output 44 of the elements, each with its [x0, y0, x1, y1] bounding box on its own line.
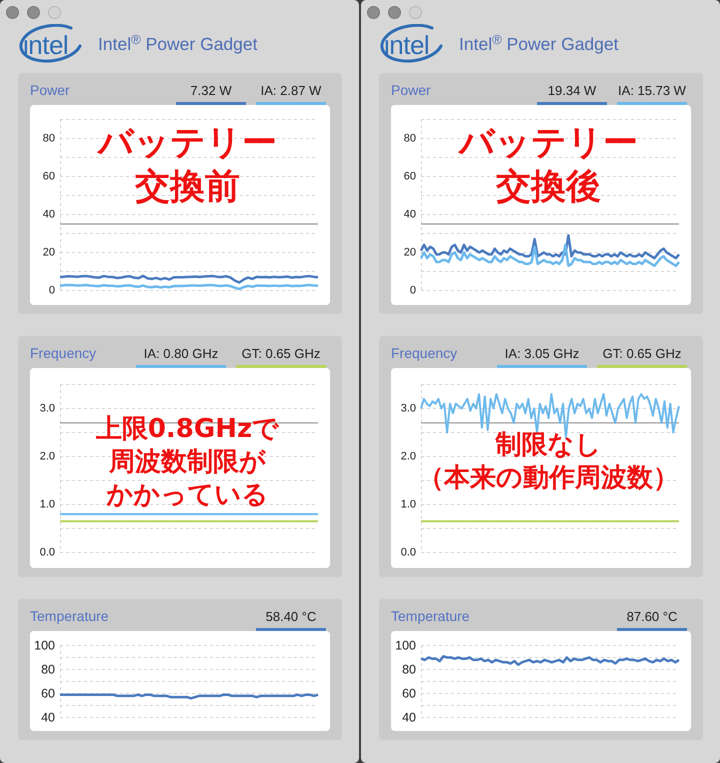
- axis-label: 60: [41, 686, 55, 700]
- overlay-caption: バッテリー 交換後: [459, 122, 638, 209]
- axis-label: 80: [404, 132, 416, 144]
- axis-label: 80: [41, 662, 55, 676]
- axis-label: 0.0: [400, 546, 416, 558]
- panel-title: Frequency: [391, 345, 458, 363]
- axis-label: 1.0: [40, 498, 55, 510]
- axis-label: 100: [34, 638, 55, 652]
- panel-title: Power: [391, 82, 431, 100]
- axis-label: 3.0: [40, 402, 55, 414]
- app-title: Intel$^{®}$ Power Gadget: [459, 34, 618, 54]
- minimize-button[interactable]: [388, 6, 401, 19]
- overlay-caption: 制限なし （本来の動作周波数）: [418, 429, 679, 495]
- minimize-button[interactable]: [27, 6, 40, 19]
- axis-label: 20: [42, 246, 55, 258]
- panel-title: Temperature: [391, 608, 470, 626]
- axis-label: 2.0: [40, 450, 55, 462]
- close-button[interactable]: [367, 6, 380, 19]
- axis-label: 0: [410, 284, 416, 296]
- axis-label: 60: [42, 170, 55, 182]
- axis-label: 100: [395, 638, 416, 652]
- axis-label: 40: [402, 710, 416, 724]
- close-button[interactable]: [6, 6, 19, 19]
- axis-label: 40: [42, 208, 55, 220]
- axis-label: 60: [404, 170, 416, 182]
- axis-label: 2.0: [400, 450, 416, 462]
- logo: intel: [379, 24, 443, 64]
- axis-label: 20: [404, 246, 416, 258]
- overlay-caption: バッテリー 交換前: [98, 122, 277, 209]
- panel-title: Temperature: [30, 608, 109, 626]
- panel-title: Power: [30, 82, 70, 100]
- axis-label: 0: [48, 284, 55, 296]
- axis-label: 1.0: [400, 498, 416, 510]
- axis-label: 80: [402, 662, 416, 676]
- axis-label: 40: [41, 710, 55, 724]
- axis-label: 80: [42, 132, 55, 144]
- logo: intel: [18, 24, 82, 64]
- axis-label: 40: [404, 208, 416, 220]
- axis-label: 3.0: [400, 402, 416, 414]
- axis-label: 0.0: [40, 546, 55, 558]
- app-title: Intel$^{®}$ Power Gadget: [98, 34, 258, 54]
- panel-title: Frequency: [30, 345, 96, 363]
- overlay-caption: 上限0.8GHzで 周波数制限が かかっている: [96, 412, 280, 512]
- axis-label: 60: [402, 686, 416, 700]
